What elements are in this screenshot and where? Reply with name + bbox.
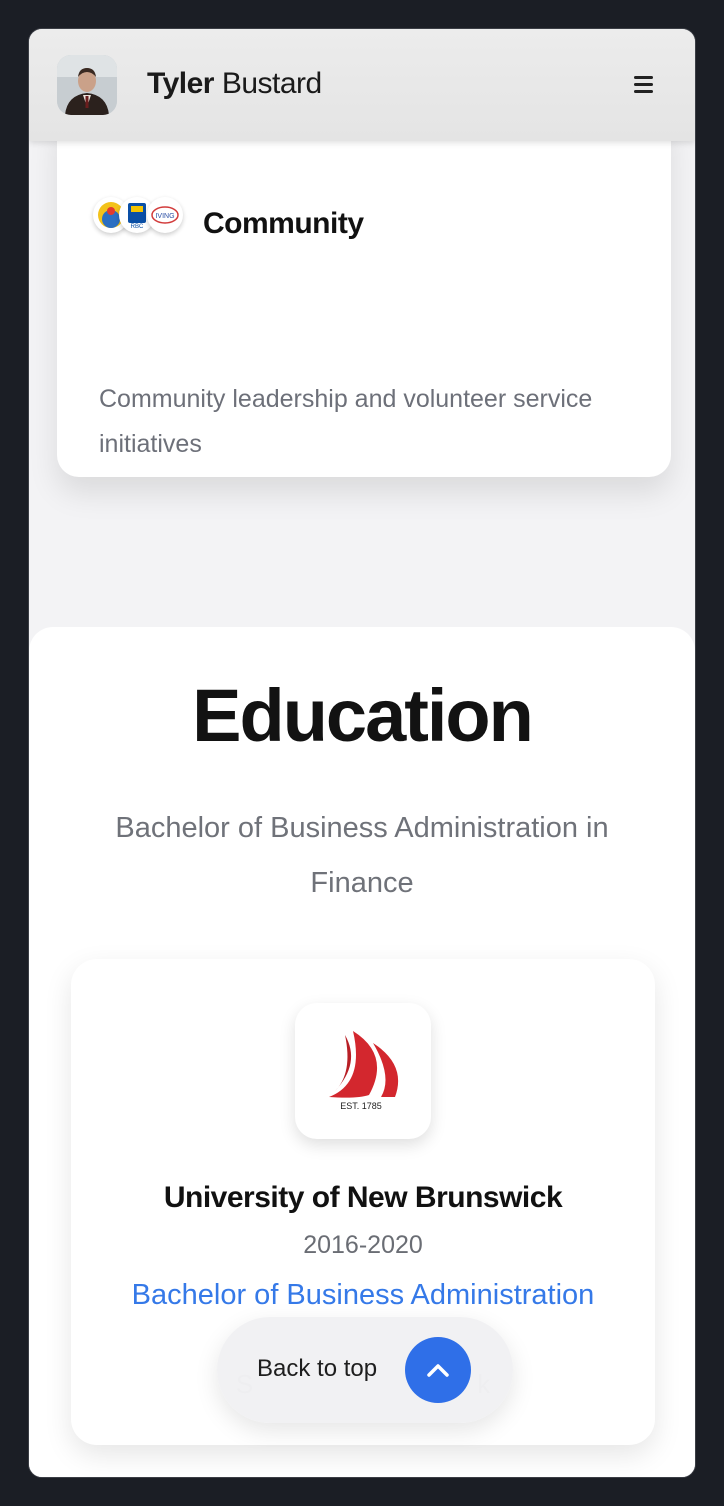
education-subtitle: Bachelor of Business Administration in F… xyxy=(115,812,609,899)
community-card[interactable]: RBC IVING Community Community leadership… xyxy=(57,109,671,477)
back-to-top-label: Back to top xyxy=(257,1355,378,1382)
site-title[interactable]: Tyler Bustard xyxy=(147,67,322,101)
unb-logo: EST. 1785 xyxy=(295,1003,431,1139)
mobile-viewport: RBC IVING Community Community leadership… xyxy=(28,28,696,1478)
sail-icon: EST. 1785 xyxy=(329,1031,399,1111)
avatar[interactable] xyxy=(57,55,117,115)
community-title: Community xyxy=(203,207,364,240)
community-description: Community leadership and volunteer servi… xyxy=(99,385,593,458)
svg-text:IVING: IVING xyxy=(155,213,174,220)
chevron-up-icon xyxy=(427,1364,449,1377)
education-title: Education xyxy=(192,674,534,757)
school-years: 2016-2020 xyxy=(303,1231,423,1259)
back-to-top-button[interactable]: Back to top xyxy=(217,1317,513,1423)
school-name: University of New Brunswick xyxy=(163,1181,563,1214)
svg-text:EST. 1785: EST. 1785 xyxy=(340,1101,382,1111)
community-logos: RBC IVING xyxy=(93,197,193,237)
last-name: Bustard xyxy=(221,67,322,100)
degree-link[interactable]: Bachelor of Business Administration xyxy=(71,1279,655,1312)
site-header: Tyler Bustard xyxy=(29,29,695,141)
hamburger-menu-icon xyxy=(634,76,653,79)
back-to-top-circle[interactable] xyxy=(405,1337,471,1403)
menu-button[interactable] xyxy=(629,69,659,99)
svg-text:RBC: RBC xyxy=(131,224,144,230)
living-logo-icon: IVING xyxy=(147,197,183,233)
first-name: Tyler xyxy=(147,67,214,100)
